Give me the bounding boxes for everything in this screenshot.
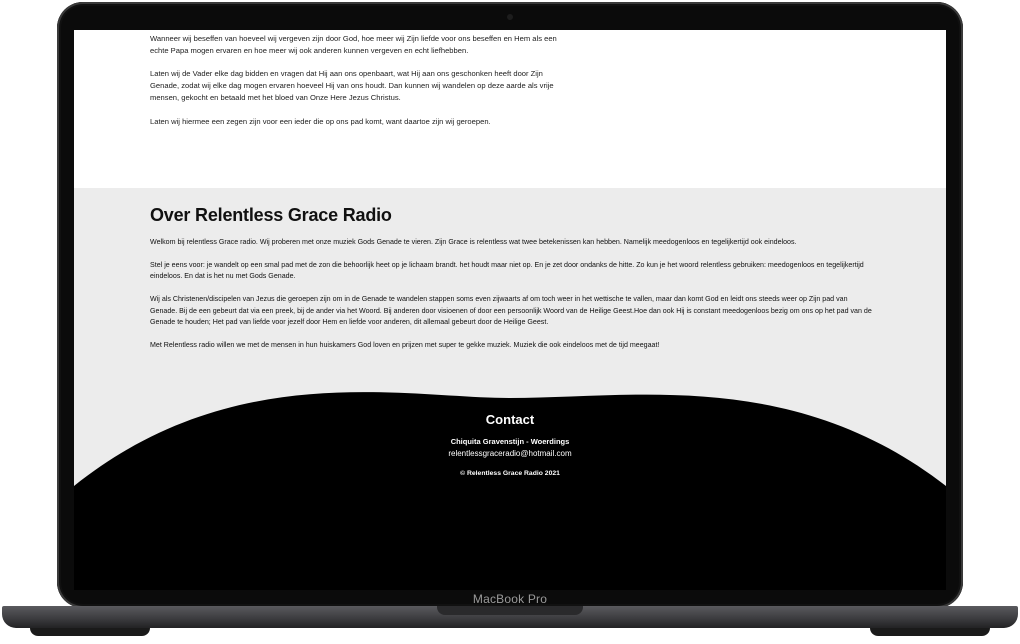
contact-name: Chiquita Gravenstijn - Woerdings bbox=[450, 437, 570, 446]
about-heading: Over Relentless Grace Radio bbox=[150, 205, 392, 225]
browser-screen: Wanneer wij beseffen van hoeveel wij ver… bbox=[74, 30, 946, 590]
copyright-text: © Relentless Grace Radio 2021 bbox=[460, 470, 560, 477]
intro-text: Wanneer wij beseffen van hoeveel wij ver… bbox=[150, 33, 570, 139]
intro-section: Wanneer wij beseffen van hoeveel wij ver… bbox=[74, 30, 946, 188]
laptop-foot-left bbox=[30, 628, 150, 636]
camera-icon bbox=[507, 14, 513, 20]
contact-email-link[interactable]: relentlessgraceradio@hotmail.com bbox=[74, 449, 946, 458]
contact-heading: Contact bbox=[485, 412, 535, 427]
intro-paragraph: Laten wij hiermee een zegen zijn voor ee… bbox=[150, 116, 491, 126]
device-label: MacBook Pro bbox=[472, 592, 548, 606]
laptop-foot-right bbox=[870, 628, 990, 636]
intro-paragraph: Wanneer wij beseffen van hoeveel wij ver… bbox=[150, 34, 557, 55]
laptop-notch bbox=[437, 606, 583, 615]
intro-paragraph: Laten wij de Vader elke dag bidden en vr… bbox=[150, 69, 554, 102]
